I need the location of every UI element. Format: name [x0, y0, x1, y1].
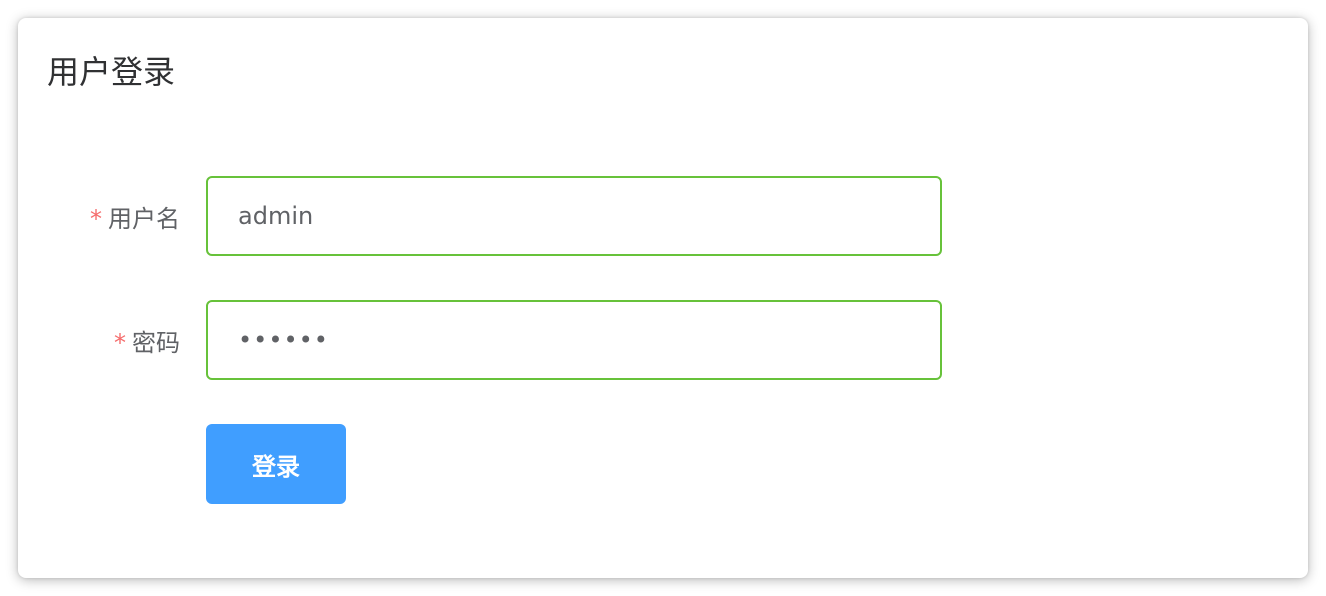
login-card: 用户登录 *用户名 *密码 登录: [18, 18, 1308, 578]
username-input[interactable]: [208, 178, 940, 254]
username-form-item: * 用户名: [18, 176, 942, 256]
password-form-item: * 密码: [18, 300, 942, 380]
password-input-wrapper[interactable]: [206, 300, 942, 380]
card-title: 用户登录: [47, 53, 176, 91]
required-mark: *: [114, 328, 126, 357]
username-input-wrapper[interactable]: [206, 176, 942, 256]
username-label-text: 用户名: [108, 204, 180, 233]
username-label: * 用户名: [18, 199, 182, 234]
required-mark: *: [90, 204, 102, 233]
password-label-text: 密码: [132, 328, 180, 357]
password-label: * 密码: [18, 323, 182, 358]
login-button[interactable]: 登录: [206, 424, 346, 504]
password-input[interactable]: [208, 302, 940, 378]
